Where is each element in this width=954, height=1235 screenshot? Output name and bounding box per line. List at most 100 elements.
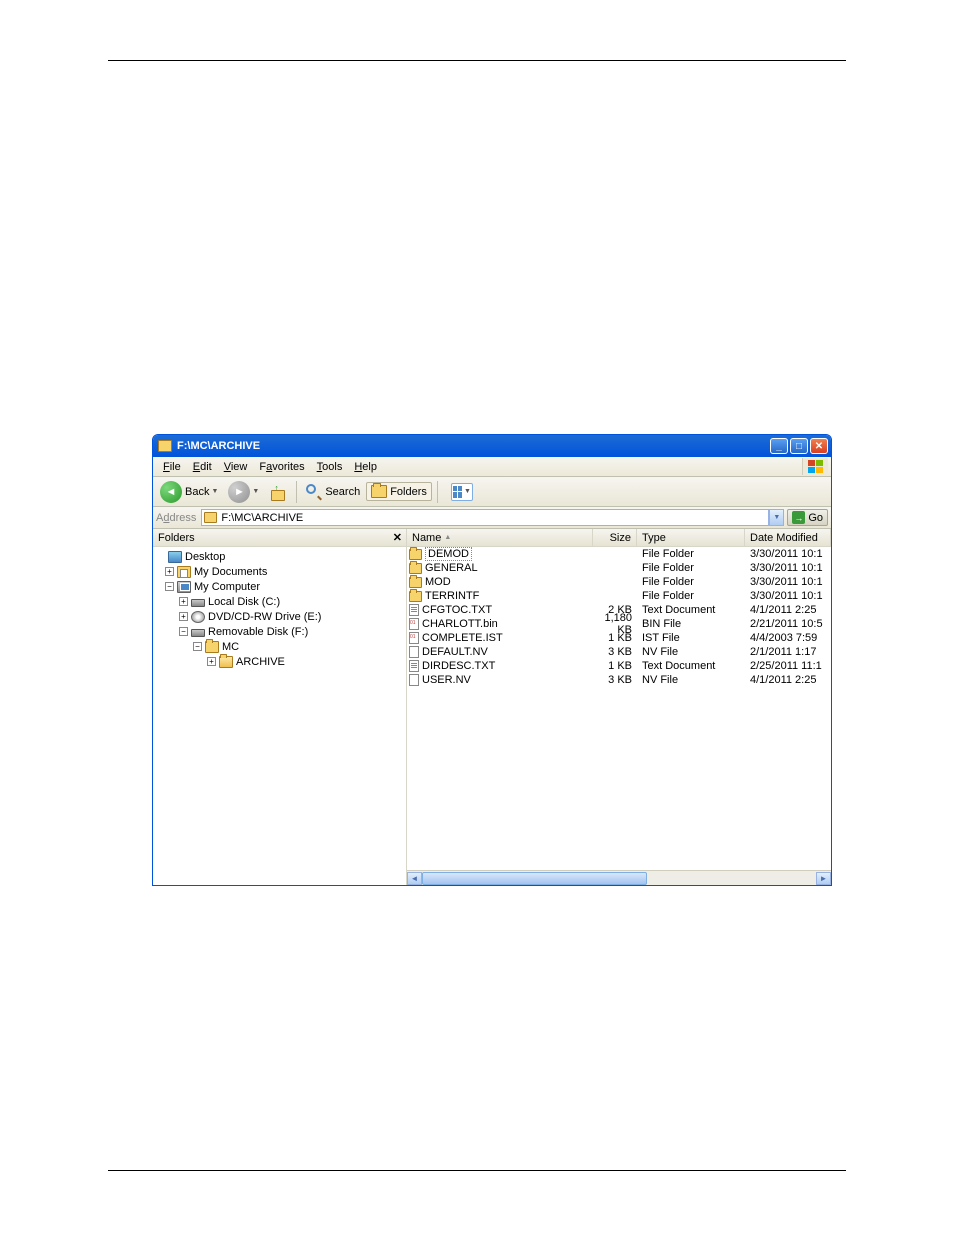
drive-icon: [191, 599, 205, 607]
bin-icon: [409, 618, 419, 630]
file-row[interactable]: DIRDESC.TXT1 KBText Document2/25/2011 11…: [407, 659, 831, 673]
file-name: TERRINTF: [425, 590, 479, 602]
page-rule-top: [108, 60, 846, 61]
page-rule-bottom: [108, 1170, 846, 1171]
drive-icon: [191, 629, 205, 637]
separator: [437, 481, 438, 503]
file-row[interactable]: DEMODFile Folder3/30/2011 10:1: [407, 547, 831, 561]
file-row[interactable]: DEFAULT.NV3 KBNV File2/1/2011 1:17: [407, 645, 831, 659]
window-title: F:\MC\ARCHIVE: [177, 440, 768, 452]
collapse-icon[interactable]: −: [165, 582, 174, 591]
menu-file[interactable]: File: [157, 459, 187, 475]
scroll-track[interactable]: [422, 872, 816, 885]
tree-removable-f[interactable]: − Removable Disk (F:): [155, 624, 404, 639]
maximize-button[interactable]: □: [790, 438, 808, 454]
tree-dvd-drive[interactable]: + DVD/CD-RW Drive (E:): [155, 609, 404, 624]
menu-view[interactable]: View: [218, 459, 254, 475]
file-name: CFGTOC.TXT: [422, 604, 492, 616]
search-button[interactable]: Search: [302, 482, 364, 502]
minimize-button[interactable]: _: [770, 438, 788, 454]
file-name: CHARLOTT.bin: [422, 618, 498, 630]
file-name: DIRDESC.TXT: [422, 660, 495, 672]
content-area: Folders ✕ Desktop + My Documents − My Co…: [153, 529, 831, 885]
sort-asc-icon: ▲: [444, 534, 451, 541]
generic-icon: [409, 646, 419, 658]
address-label: Address: [156, 512, 196, 524]
chevron-down-icon: ▼: [211, 488, 218, 495]
back-button[interactable]: ◄ Back ▼: [156, 479, 222, 505]
scroll-right-button[interactable]: ►: [816, 872, 831, 885]
address-dropdown[interactable]: ▼: [769, 509, 784, 526]
file-row[interactable]: TERRINTFFile Folder3/30/2011 10:1: [407, 589, 831, 603]
chevron-down-icon: ▼: [464, 488, 471, 495]
documents-icon: [177, 566, 191, 578]
generic-icon: [409, 674, 419, 686]
go-arrow-icon: →: [792, 511, 805, 524]
folder-icon: [205, 641, 219, 653]
column-type[interactable]: Type: [637, 529, 745, 546]
folder-icon: [409, 577, 422, 588]
tree-mc-folder[interactable]: − MC: [155, 639, 404, 654]
file-row[interactable]: COMPLETE.IST1 KBIST File4/4/2003 7:59: [407, 631, 831, 645]
titlebar[interactable]: F:\MC\ARCHIVE _ □ ✕: [153, 435, 831, 457]
horizontal-scrollbar[interactable]: ◄ ►: [407, 870, 831, 885]
views-icon: ▼: [451, 483, 473, 501]
go-button[interactable]: → Go: [787, 509, 828, 526]
menu-favorites[interactable]: Favorites: [253, 459, 310, 475]
folders-button[interactable]: Folders: [366, 482, 432, 501]
address-input[interactable]: F:\MC\ARCHIVE: [201, 509, 769, 526]
menu-tools[interactable]: Tools: [311, 459, 349, 475]
file-row[interactable]: CHARLOTT.bin1,180 KBBIN File2/21/2011 10…: [407, 617, 831, 631]
folders-pane-header: Folders ✕: [153, 529, 406, 547]
up-button[interactable]: ↑: [265, 481, 291, 503]
toolbar: ◄ Back ▼ ► ▼ ↑ Search Folders ▼: [153, 477, 831, 507]
file-list-pane: Name ▲ Size Type Date Modified DEMODFile…: [407, 529, 831, 885]
column-name[interactable]: Name ▲: [407, 529, 593, 546]
bin-icon: [409, 632, 419, 644]
computer-icon: [177, 581, 191, 593]
file-row[interactable]: USER.NV3 KBNV File4/1/2011 2:25: [407, 673, 831, 687]
collapse-icon[interactable]: −: [193, 642, 202, 651]
tree-desktop[interactable]: Desktop: [155, 549, 404, 564]
close-pane-button[interactable]: ✕: [393, 531, 402, 544]
addressbar: Address F:\MC\ARCHIVE ▼ → Go: [153, 507, 831, 529]
search-icon: [306, 484, 322, 500]
file-list[interactable]: DEMODFile Folder3/30/2011 10:1GENERALFil…: [407, 547, 831, 885]
folders-icon: [371, 485, 387, 498]
views-button[interactable]: ▼: [443, 481, 477, 503]
tree-archive-folder[interactable]: + ARCHIVE: [155, 654, 404, 669]
expand-icon[interactable]: +: [179, 612, 188, 621]
txt-icon: [409, 604, 419, 616]
tree-mycomputer[interactable]: − My Computer: [155, 579, 404, 594]
expand-icon[interactable]: +: [165, 567, 174, 576]
menubar: File Edit View Favorites Tools Help: [153, 457, 831, 477]
folders-pane: Folders ✕ Desktop + My Documents − My Co…: [153, 529, 407, 885]
file-name: DEFAULT.NV: [422, 646, 488, 658]
collapse-icon[interactable]: −: [179, 627, 188, 636]
tree-mydocuments[interactable]: + My Documents: [155, 564, 404, 579]
forward-button[interactable]: ► ▼: [224, 479, 263, 505]
desktop-icon: [168, 551, 182, 563]
expand-icon[interactable]: +: [179, 597, 188, 606]
back-arrow-icon: ◄: [160, 481, 182, 503]
file-row[interactable]: GENERALFile Folder3/30/2011 10:1: [407, 561, 831, 575]
explorer-window: F:\MC\ARCHIVE _ □ ✕ File Edit View Favor…: [152, 434, 832, 886]
menu-edit[interactable]: Edit: [187, 459, 218, 475]
file-row[interactable]: MODFile Folder3/30/2011 10:1: [407, 575, 831, 589]
menu-help[interactable]: Help: [348, 459, 383, 475]
expand-icon[interactable]: +: [207, 657, 216, 666]
column-size[interactable]: Size: [593, 529, 637, 546]
column-date[interactable]: Date Modified: [745, 529, 831, 546]
scroll-left-button[interactable]: ◄: [407, 872, 422, 885]
forward-arrow-icon: ►: [228, 481, 250, 503]
file-name: MOD: [425, 576, 451, 588]
folder-icon: [409, 549, 422, 560]
folder-icon: [409, 563, 422, 574]
close-button[interactable]: ✕: [810, 438, 828, 454]
up-folder-icon: ↑: [269, 483, 287, 501]
folder-icon: [409, 591, 422, 602]
folder-open-icon: [219, 656, 233, 668]
scroll-thumb[interactable]: [422, 872, 647, 885]
column-headers: Name ▲ Size Type Date Modified: [407, 529, 831, 547]
tree-localdisk-c[interactable]: + Local Disk (C:): [155, 594, 404, 609]
